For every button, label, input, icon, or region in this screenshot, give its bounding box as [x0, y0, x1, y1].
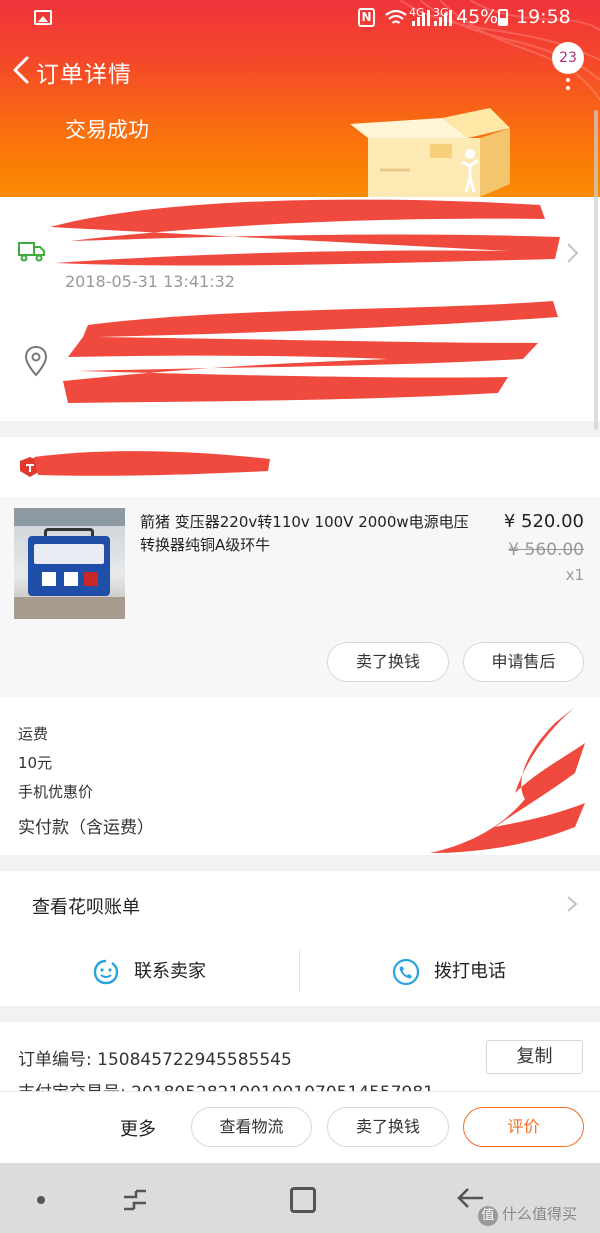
- nav-dot[interactable]: [37, 1196, 45, 1204]
- view-logistics-button[interactable]: 查看物流: [191, 1107, 312, 1147]
- watermark: 值什么值得买: [478, 1203, 577, 1226]
- package-illustration: [350, 108, 510, 197]
- redaction-scribble: [63, 301, 558, 403]
- divider: [299, 950, 300, 992]
- wifi-icon: [385, 9, 407, 24]
- redaction-scribble: [430, 707, 585, 853]
- alipay-trade-number[interactable]: 支付宝交易号: 2018052821001001070514557981: [18, 1078, 434, 1092]
- more-actions-button[interactable]: 更多: [120, 1115, 156, 1141]
- contact-seller-label: 联系卖家: [134, 961, 206, 982]
- signal-icon: [410, 10, 430, 26]
- signal-icon: [432, 10, 452, 26]
- chevron-right-icon: [567, 896, 578, 912]
- call-phone-button[interactable]: 拨打电话: [392, 956, 506, 988]
- sell-item-button[interactable]: 卖了换钱: [327, 642, 449, 682]
- logistics-address-card[interactable]: 2018-05-31 13:41:32: [0, 197, 600, 421]
- watermark-logo-icon: 值: [478, 1206, 498, 1226]
- huabei-bill-label: 查看花呗账单: [32, 897, 140, 918]
- redaction-scribble: [34, 451, 270, 476]
- more-dots-icon: [563, 70, 573, 90]
- trade-status-text: 交易成功: [65, 118, 149, 142]
- chat-smile-icon: [93, 959, 119, 985]
- sell-for-cash-button[interactable]: 卖了换钱: [327, 1107, 449, 1147]
- gallery-icon: [34, 10, 52, 25]
- watermark-text: 什么值得买: [502, 1205, 578, 1223]
- product-image[interactable]: [14, 508, 125, 619]
- scrollbar[interactable]: [594, 110, 598, 430]
- product-quantity: x1: [565, 566, 584, 584]
- shipping-fee-label: 运费: [18, 725, 49, 743]
- shop-header[interactable]: [0, 437, 600, 497]
- battery-icon: [498, 9, 508, 26]
- navigation-bar: 订单详情 23: [0, 36, 600, 104]
- clock: 19:58: [516, 6, 571, 28]
- contact-bar: 联系卖家 拨打电话: [0, 936, 600, 1006]
- page-title: 订单详情: [36, 62, 132, 88]
- order-info: 订单编号: 1508457229455855​45 支付宝交易号: 201805…: [0, 1022, 600, 1092]
- mobile-price-label: 手机优惠价: [18, 783, 94, 801]
- request-after-sale-button[interactable]: 申请售后: [463, 642, 584, 682]
- product-price: ¥ 520.00: [503, 511, 584, 532]
- back-arrow-icon[interactable]: [8, 54, 34, 86]
- nfc-icon: N: [358, 8, 375, 27]
- phone-icon: [392, 958, 420, 986]
- discount-label: 10元: [18, 754, 53, 772]
- tmall-shop-icon: [20, 457, 40, 477]
- actual-payment-label: 实付款（含运费）: [18, 818, 154, 838]
- home-button-icon[interactable]: [290, 1187, 316, 1213]
- logistics-time: 2018-05-31 13:41:32: [65, 272, 235, 291]
- review-button[interactable]: 评价: [463, 1107, 584, 1147]
- payment-summary: 运费 10元 手机优惠价 实付款（含运费）: [0, 697, 600, 855]
- copy-button[interactable]: 复制: [486, 1040, 583, 1074]
- product-original-price: ¥ 560.00: [508, 540, 584, 560]
- recent-apps-icon[interactable]: [120, 1187, 150, 1213]
- battery-percent: 45%: [456, 6, 499, 28]
- order-detail-screen: N 4G 3G 45% 19:58 订单详情 23 交易成功 2018-05-3…: [0, 0, 600, 1233]
- location-pin-icon: [24, 345, 48, 377]
- huabei-bill-row[interactable]: 查看花呗账单: [0, 871, 600, 936]
- status-bar: N 4G 3G 45% 19:58: [0, 0, 600, 36]
- more-menu-button[interactable]: 23: [552, 42, 584, 94]
- bottom-action-bar: 更多 查看物流 卖了换钱 评价: [0, 1091, 600, 1163]
- product-item[interactable]: 箭猪 变压器220v转110v 100V 2000w电源电压转换器纯铜A级环牛 …: [0, 497, 600, 697]
- contact-seller-button[interactable]: 联系卖家: [92, 956, 206, 988]
- chevron-right-icon: [567, 243, 579, 263]
- truck-icon: [18, 242, 45, 262]
- product-title[interactable]: 箭猪 变压器220v转110v 100V 2000w电源电压转换器纯铜A级环牛: [140, 511, 470, 557]
- order-number[interactable]: 订单编号: 1508457229455855​45: [18, 1045, 292, 1070]
- call-phone-label: 拨打电话: [434, 961, 506, 982]
